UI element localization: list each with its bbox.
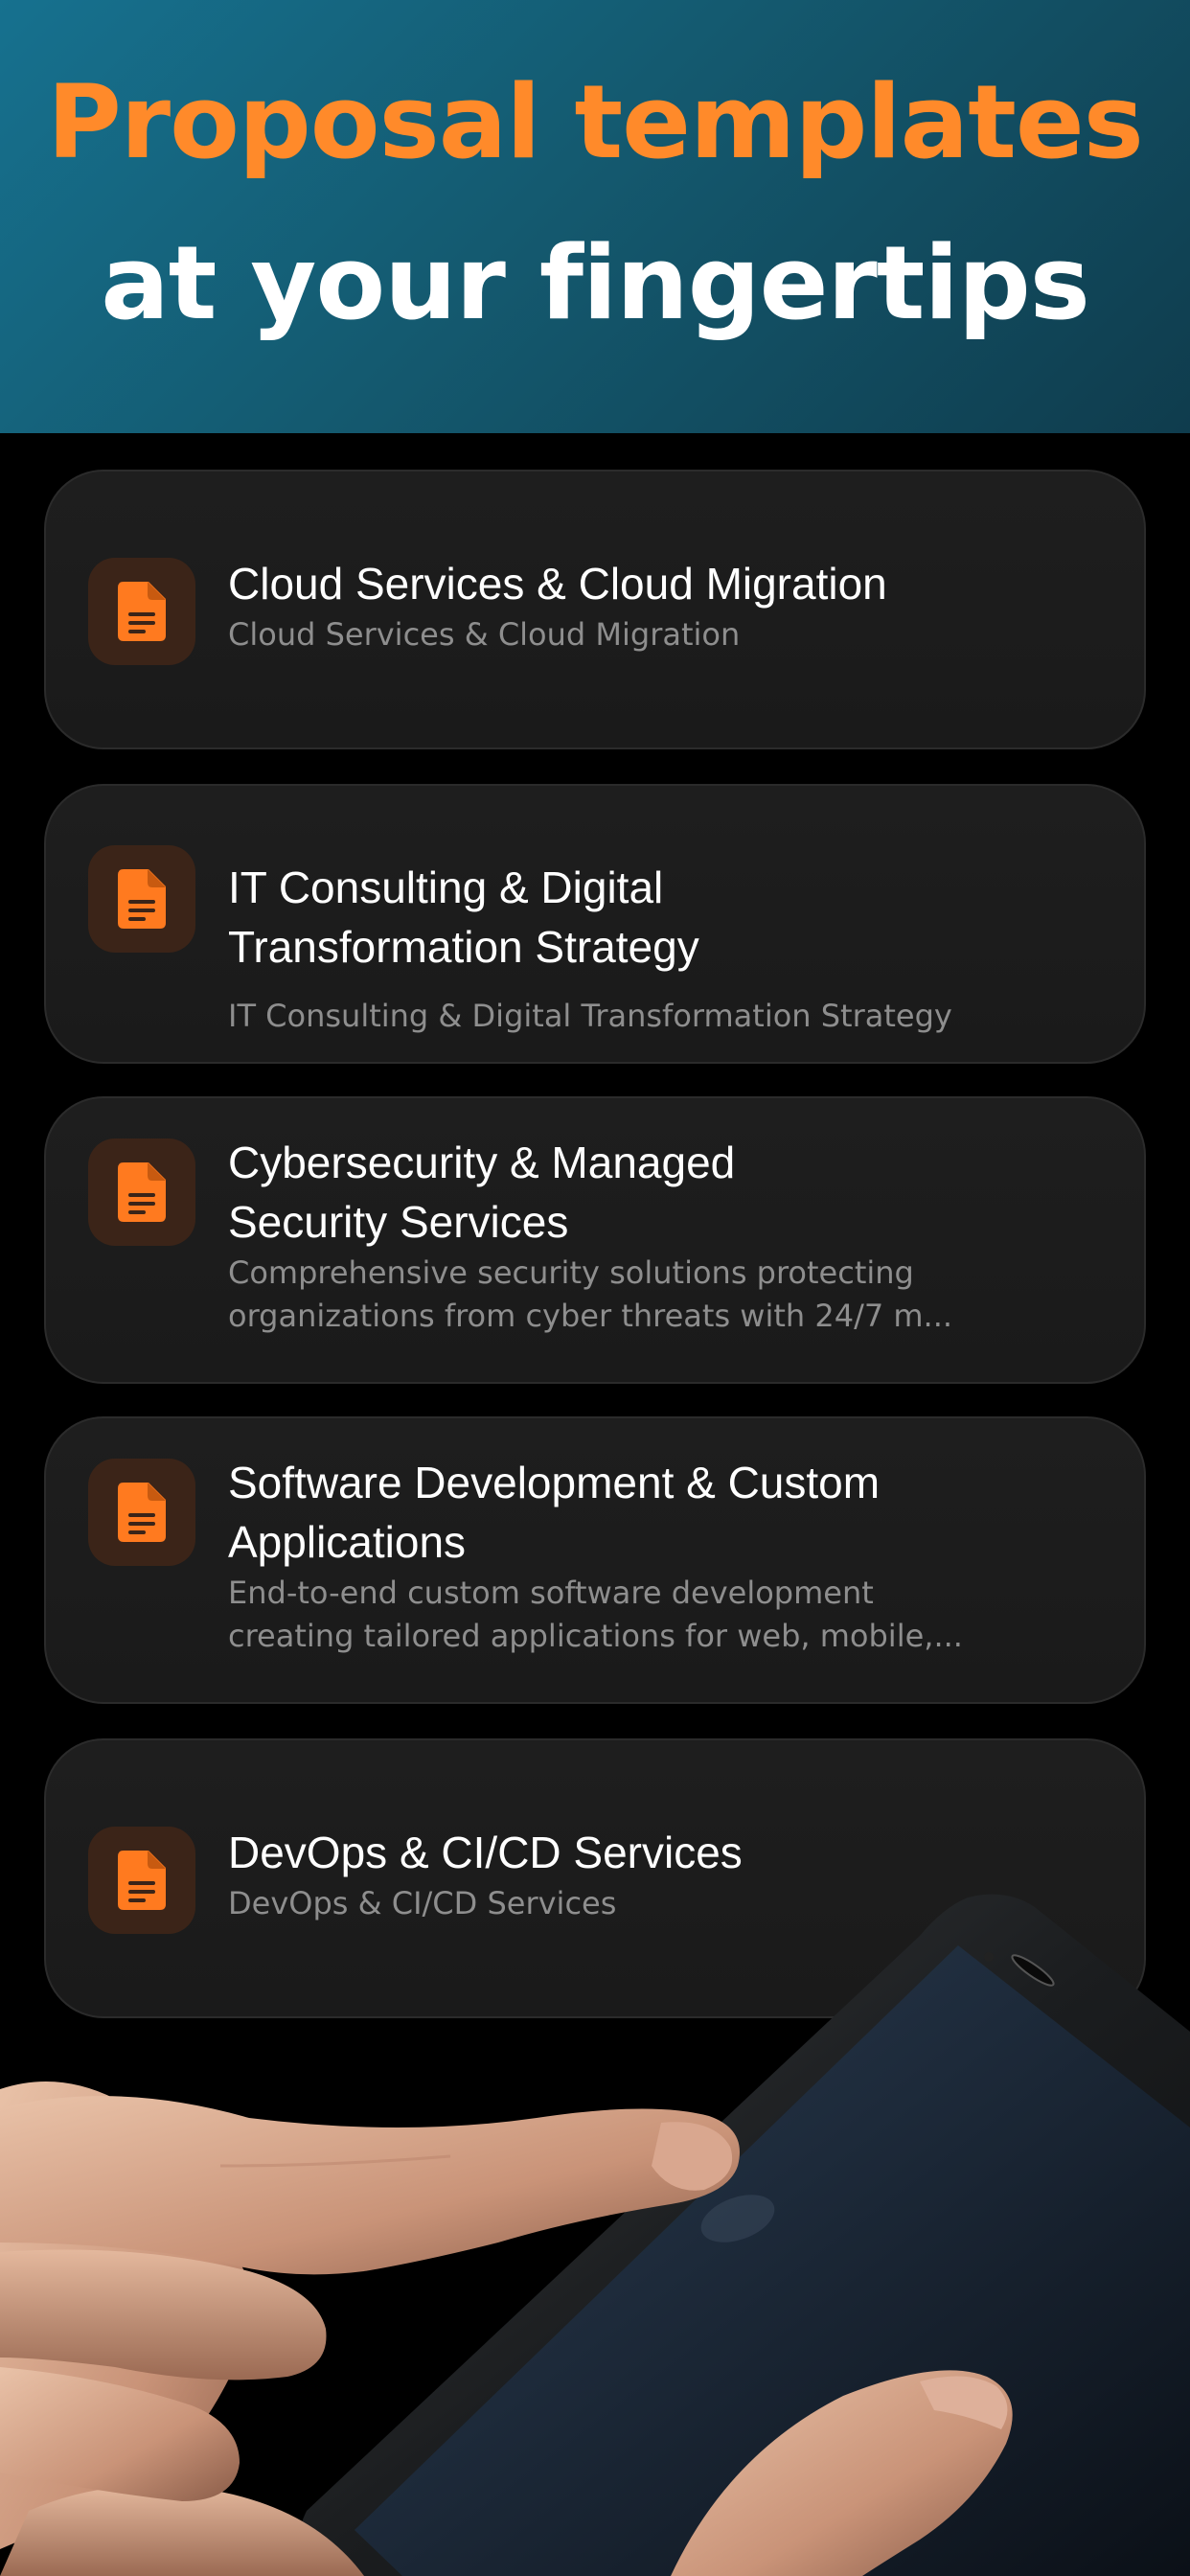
hero-headline-line1: Proposal templates (47, 63, 1144, 181)
template-card-it-consulting[interactable]: IT Consulting & Digital Transformation S… (44, 784, 1146, 1064)
card-subtitle: IT Consulting & Digital Transformation S… (228, 998, 952, 1034)
document-icon (88, 1138, 195, 1246)
template-card-software-development[interactable]: Software Development & Custom Applicatio… (44, 1416, 1146, 1704)
hand-holding-phone-illustration (0, 1894, 1190, 2576)
card-subtitle: Comprehensive security solutions protect… (228, 1254, 953, 1334)
card-subtitle: End-to-end custom software development c… (228, 1575, 963, 1654)
card-title: Cloud Services & Cloud Migration (228, 559, 887, 609)
card-title: DevOps & CI/CD Services (228, 1828, 743, 1877)
card-title: Software Development & Custom Applicatio… (228, 1458, 881, 1567)
card-text: Cybersecurity & Managed Security Service… (228, 1133, 1014, 1338)
card-text: IT Consulting & Digital Transformation S… (228, 840, 1014, 1056)
card-title: Cybersecurity & Managed Security Service… (228, 1138, 736, 1247)
card-subtitle: Cloud Services & Cloud Migration (228, 616, 741, 653)
document-icon (88, 1459, 195, 1566)
template-card-cybersecurity[interactable]: Cybersecurity & Managed Security Service… (44, 1096, 1146, 1384)
template-card-cloud-services[interactable]: Cloud Services & Cloud Migration Cloud S… (44, 470, 1146, 749)
app-store-screenshot: Proposal templates at your fingertips Cl… (0, 0, 1190, 2576)
card-text: Cloud Services & Cloud Migration Cloud S… (228, 554, 1014, 656)
document-icon (88, 845, 195, 953)
document-icon (88, 558, 195, 665)
hero-headline-line2: at your fingertips (101, 224, 1090, 342)
hero-banner: Proposal templates at your fingertips (0, 0, 1190, 433)
card-title: IT Consulting & Digital Transformation S… (228, 862, 699, 972)
card-text: Software Development & Custom Applicatio… (228, 1453, 1014, 1658)
